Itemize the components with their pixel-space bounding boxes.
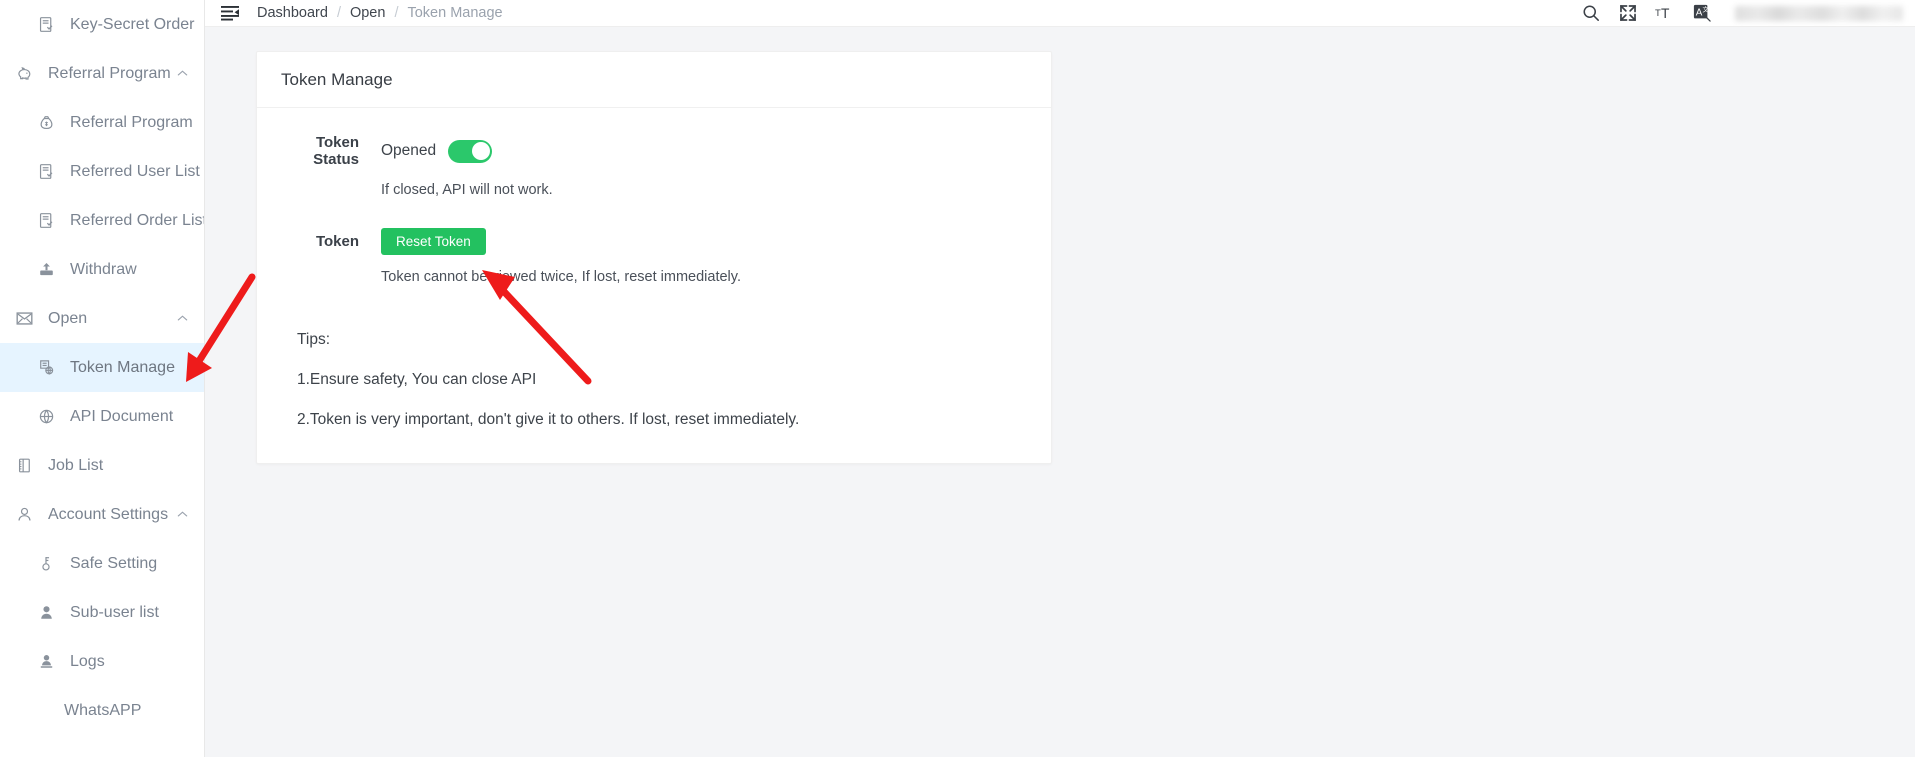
card-body: Token Status Opened If closed, API will …: [257, 108, 1051, 463]
reset-token-button[interactable]: Reset Token: [381, 228, 486, 255]
token-status-row: Token Status Opened: [281, 134, 1027, 168]
key-icon: [36, 554, 56, 574]
card-header: Token Manage: [257, 52, 1051, 108]
token-helper: Token cannot be viewed twice, If lost, r…: [381, 269, 741, 285]
document-check-icon: [36, 162, 56, 182]
sidebar-item-safe-setting[interactable]: Safe Setting: [0, 539, 204, 588]
sidebar: Key-Secret Order Referral Program Referral…: [0, 0, 205, 757]
chevron-up-icon[interactable]: [177, 315, 188, 322]
sidebar-item-label: WhatsAPP: [64, 701, 142, 719]
breadcrumb-item-dashboard[interactable]: Dashboard: [257, 5, 328, 21]
sidebar-item-label: Referred User List: [70, 162, 200, 180]
user-stamp-icon: [36, 652, 56, 672]
sidebar-item-label: Referral Program: [48, 64, 171, 82]
breadcrumb: Dashboard / Open / Token Manage: [257, 5, 503, 21]
sidebar-item-label: Token Manage: [70, 358, 175, 376]
sidebar-item-logs[interactable]: Logs: [0, 637, 204, 686]
user-outline-icon: [14, 505, 34, 525]
sidebar-item-label: Referral Program: [70, 113, 193, 131]
sidebar-item-referral-program[interactable]: Referral Program: [0, 98, 204, 147]
token-status-value: Opened: [381, 142, 437, 159]
hamburger-collapse-icon[interactable]: [221, 4, 239, 22]
notebook-icon: [14, 456, 34, 476]
translate-icon[interactable]: A 文: [1692, 4, 1711, 23]
sidebar-item-sub-user-list[interactable]: Sub-user list: [0, 588, 204, 637]
app-root: Key-Secret Order Referral Program Referral…: [0, 0, 1915, 757]
token-label: Token: [315, 233, 359, 250]
token-manage-card: Token Manage Token Status Opened If clos…: [256, 51, 1052, 464]
token-status-label: Token Status: [313, 134, 359, 168]
tips-line-1: 1.Ensure safety, You can close API: [297, 371, 537, 388]
content-area: Token Manage Token Status Opened If clos…: [205, 27, 1915, 757]
breadcrumb-item-open[interactable]: Open: [350, 5, 385, 21]
sidebar-item-key-secret-order[interactable]: Key-Secret Order: [0, 0, 204, 49]
topbar-actions: T T A 文: [1581, 4, 1903, 23]
font-size-icon[interactable]: T T: [1655, 4, 1674, 23]
svg-text:T: T: [1655, 8, 1661, 19]
sidebar-item-token-manage[interactable]: Token Manage: [0, 343, 204, 392]
sidebar-item-open[interactable]: Open: [0, 294, 204, 343]
globe-icon: [36, 407, 56, 427]
token-control: Reset Token: [381, 228, 486, 255]
main-area: Dashboard / Open / Token Manage T T A 文 …: [205, 0, 1915, 757]
token-status-control: Opened: [381, 139, 493, 163]
sidebar-item-withdraw[interactable]: Withdraw: [0, 245, 204, 294]
chevron-up-icon[interactable]: [177, 511, 188, 518]
search-icon[interactable]: [1581, 4, 1600, 23]
fullscreen-icon[interactable]: [1618, 4, 1637, 23]
token-status-toggle[interactable]: [448, 139, 493, 163]
toggle-knob: [471, 142, 490, 160]
sidebar-item-label: Job List: [48, 456, 104, 474]
top-bar: Dashboard / Open / Token Manage T T A 文: [205, 0, 1915, 27]
tips-block: Tips: 1.Ensure safety, You can close API…: [281, 331, 1027, 429]
mail-icon: [14, 309, 34, 329]
sidebar-item-job-list[interactable]: Job List: [0, 441, 204, 490]
page-title: Token Manage: [281, 69, 393, 89]
sidebar-item-label: Referred Order List: [70, 211, 205, 229]
sidebar-item-label: Safe Setting: [70, 554, 158, 572]
chevron-up-icon[interactable]: [177, 70, 188, 77]
sidebar-item-referred-order-list[interactable]: Referred Order List: [0, 196, 204, 245]
breadcrumb-separator: /: [336, 5, 341, 21]
tips-heading: Tips:: [297, 331, 331, 348]
user-account-menu[interactable]: [1735, 5, 1903, 21]
sidebar-item-label: Sub-user list: [70, 603, 159, 621]
svg-text:文: 文: [1702, 5, 1709, 14]
money-bag-icon: [36, 113, 56, 133]
sidebar-item-label: API Document: [70, 407, 174, 425]
svg-text:T: T: [1661, 5, 1670, 21]
sidebar-item-label: Key-Secret Order: [70, 15, 195, 33]
piggy-bank-icon: [14, 64, 34, 84]
user-solid-icon: [36, 603, 56, 623]
sidebar-item-account-settings[interactable]: Account Settings: [0, 490, 204, 539]
sidebar-item-label: Account Settings: [48, 505, 169, 523]
sidebar-item-referred-user-list[interactable]: Referred User List: [0, 147, 204, 196]
sidebar-item-referral-program[interactable]: Referral Program: [0, 49, 204, 98]
sidebar-item-api-document[interactable]: API Document: [0, 392, 204, 441]
sidebar-item-label: Withdraw: [70, 260, 137, 278]
sidebar-item-whatsapp[interactable]: WhatsAPP: [0, 686, 204, 735]
breadcrumb-separator: /: [394, 5, 399, 21]
withdraw-icon: [36, 260, 56, 280]
breadcrumb-item-token-manage: Token Manage: [407, 5, 503, 21]
document-check-icon: [36, 15, 56, 35]
token-status-helper: If closed, API will not work.: [381, 182, 553, 198]
sidebar-item-label: Open: [48, 309, 88, 327]
token-row: Token Reset Token: [281, 228, 1027, 255]
document-check-icon: [36, 211, 56, 231]
sidebar-item-label: Logs: [70, 652, 105, 670]
token-globe-icon: [36, 358, 56, 378]
tips-line-2: 2.Token is very important, don't give it…: [297, 411, 800, 428]
